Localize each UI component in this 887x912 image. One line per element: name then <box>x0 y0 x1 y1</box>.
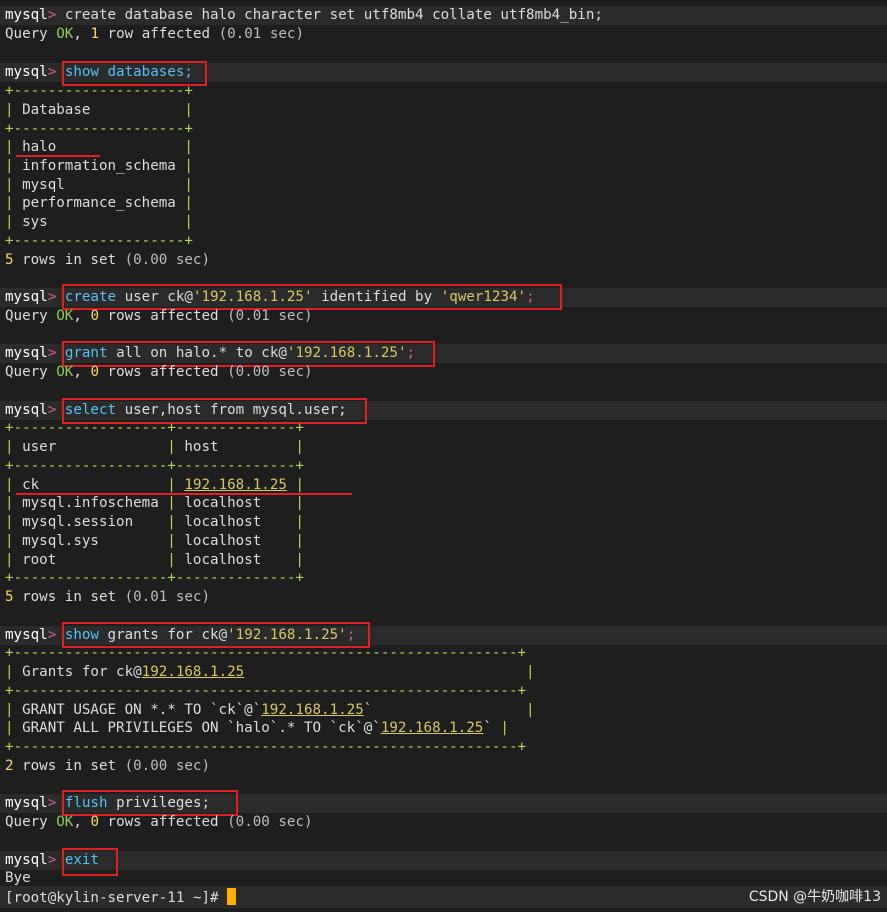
prompt: mysql <box>5 7 48 23</box>
result-line: 2 rows in set (0.00 sec) <box>5 758 211 774</box>
table-row: | GRANT USAGE ON *.* TO `ck`@`192.168.1.… <box>5 702 535 718</box>
table-row: | performance_schema | <box>5 195 193 211</box>
table-border: +---------------------------------------… <box>5 739 527 755</box>
cmd-exit: mysql> exit <box>0 851 887 870</box>
prompt-sep: > <box>47 7 57 23</box>
table-border: +--------------------+ <box>5 121 193 137</box>
table-border: +------------------+--------------+ <box>5 570 304 586</box>
cmd-create-database: mysql> create database halo character se… <box>0 6 887 25</box>
table-row: | GRANT ALL PRIVILEGES ON `halo`.* TO `c… <box>5 720 509 736</box>
table-border: +---------------------------------------… <box>5 683 527 699</box>
table-row: | root | localhost | <box>5 552 304 568</box>
cursor <box>227 888 237 905</box>
table-border: +--------------------+ <box>5 233 193 249</box>
result-line: 5 rows in set (0.01 sec) <box>5 589 211 605</box>
table-header: | user | host | <box>5 439 304 455</box>
table-row: | sys | <box>5 214 193 230</box>
table-row: | halo | <box>5 139 193 155</box>
terminal-window[interactable]: mysql> create database halo character se… <box>0 0 887 912</box>
table-row: | mysql | <box>5 177 193 193</box>
result-line: Query OK, 0 rows affected (0.00 sec) <box>5 364 313 380</box>
result-line: Query OK, 0 rows affected (0.00 sec) <box>5 814 313 830</box>
table-row: | information_schema | <box>5 158 193 174</box>
table-row: | mysql.infoschema | localhost | <box>5 495 304 511</box>
result-line: Query OK, 1 row affected (0.01 sec) <box>5 26 304 42</box>
result-line: Query OK, 0 rows affected (0.01 sec) <box>5 308 313 324</box>
result-line: 5 rows in set (0.00 sec) <box>5 252 211 268</box>
watermark: CSDN @牛奶咖啡13 <box>748 889 881 905</box>
shell-prompt-text: [root@kylin-server-11 ~]# <box>5 890 219 906</box>
table-border: +------------------+--------------+ <box>5 420 304 436</box>
table-header: | Grants for ck@192.168.1.25 | <box>5 664 535 680</box>
table-row: | mysql.sys | localhost | <box>5 533 304 549</box>
command-text: create database halo character set utf8m… <box>64 7 603 23</box>
table-header: | Database | <box>5 102 193 118</box>
table-border: +------------------+--------------+ <box>5 458 304 474</box>
table-border: +--------------------+ <box>5 83 193 99</box>
table-row: | mysql.session | localhost | <box>5 514 304 530</box>
table-border: +---------------------------------------… <box>5 645 527 661</box>
